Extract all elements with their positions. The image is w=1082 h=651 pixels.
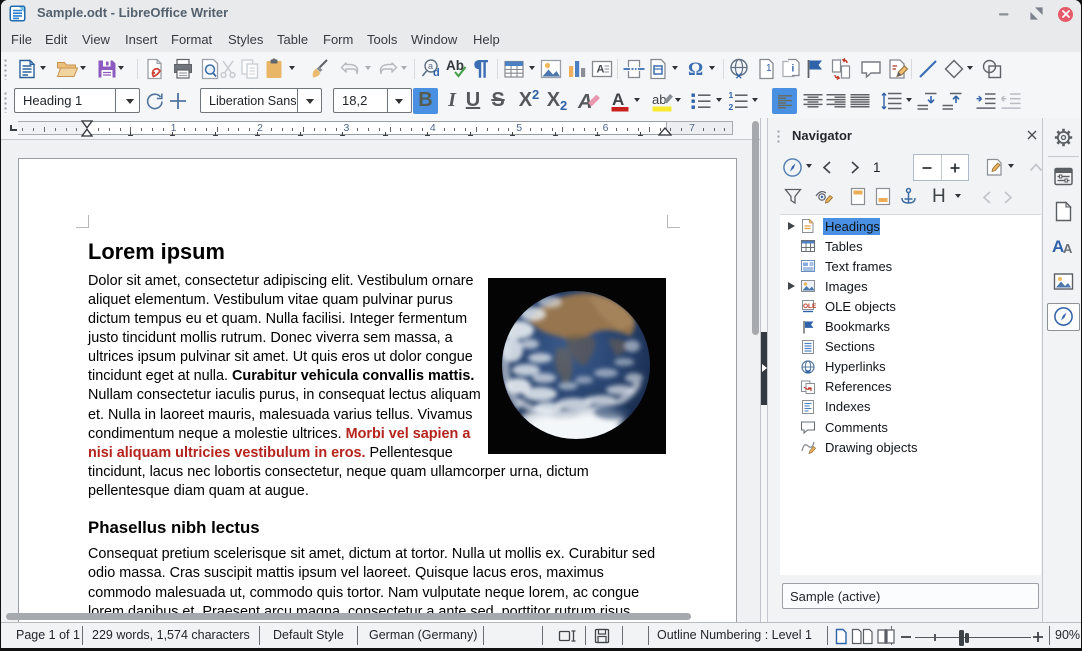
svg-text:✕: ✕ <box>735 71 743 81</box>
svg-text:2: 2 <box>729 102 734 112</box>
svg-text:ab: ab <box>652 92 666 107</box>
svg-text:OLE: OLE <box>803 303 816 310</box>
svg-text:i: i <box>792 64 795 75</box>
svg-text:Ab: Ab <box>446 58 464 73</box>
svg-text:d: d <box>433 67 440 79</box>
svg-text:1: 1 <box>766 63 772 74</box>
svg-text:A: A <box>612 90 624 109</box>
svg-text:A: A <box>597 64 605 76</box>
svg-text:1: 1 <box>729 90 734 100</box>
svg-text:Ω: Ω <box>688 59 703 80</box>
